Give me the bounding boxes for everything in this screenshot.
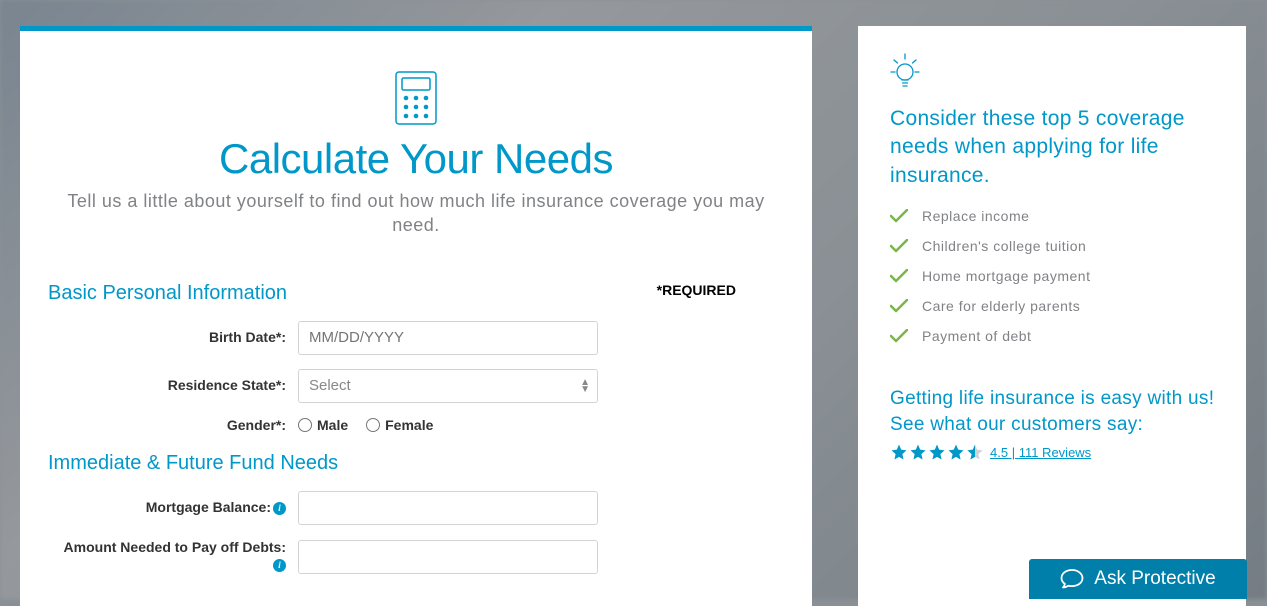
gender-male-radio[interactable] [298, 418, 312, 432]
list-item: Replace income [890, 208, 1216, 224]
gender-radio-group: Male Female [298, 417, 433, 433]
list-item-text: Replace income [922, 208, 1029, 224]
ask-button-label: Ask Protective [1094, 568, 1215, 590]
mortgage-label-text: Mortgage Balance: [146, 499, 271, 515]
mortgage-label: Mortgage Balance:i [48, 499, 298, 517]
list-item-text: Care for elderly parents [922, 298, 1080, 314]
gender-female-radio[interactable] [366, 418, 380, 432]
debts-input[interactable] [298, 540, 598, 574]
row-gender: Gender*: Male Female [48, 417, 784, 435]
info-icon[interactable]: i [273, 559, 286, 572]
rating-link[interactable]: 4.5 | 111 Reviews [990, 445, 1091, 460]
list-item: Children's college tuition [890, 238, 1216, 254]
star-rating [890, 443, 984, 461]
check-icon [890, 269, 908, 283]
star-half-icon [966, 443, 984, 461]
row-mortgage: Mortgage Balance:i [48, 491, 784, 525]
gender-female-label[interactable]: Female [366, 417, 433, 433]
birth-date-label: Birth Date*: [48, 329, 298, 347]
row-residence-state: Residence State*: Select ▲▼ [48, 369, 784, 403]
list-item: Care for elderly parents [890, 298, 1216, 314]
rating-row[interactable]: 4.5 | 111 Reviews [890, 443, 1216, 461]
mortgage-input[interactable] [298, 491, 598, 525]
birth-date-input[interactable] [298, 321, 598, 355]
gender-label: Gender*: [48, 417, 298, 435]
star-icon [947, 443, 965, 461]
residence-state-select-wrap: Select ▲▼ [298, 369, 598, 403]
list-item: Home mortgage payment [890, 268, 1216, 284]
required-indicator: *REQUIRED [657, 282, 736, 298]
residence-state-label: Residence State*: [48, 377, 298, 395]
sidebar-card: Consider these top 5 coverage needs when… [858, 26, 1246, 606]
star-icon [909, 443, 927, 461]
ask-protective-button[interactable]: Ask Protective [1029, 559, 1247, 599]
page-title: Calculate Your Needs [48, 135, 784, 183]
info-icon[interactable]: i [273, 502, 286, 515]
section-funds-title: Immediate & Future Fund Needs [48, 452, 784, 475]
lightbulb-icon [890, 52, 920, 90]
rating-count: 111 Reviews [1019, 445, 1092, 460]
calculator-card: Calculate Your Needs Tell us a little ab… [20, 26, 812, 606]
gender-female-text: Female [385, 417, 433, 433]
reviews-heading: Getting life insurance is easy with us! … [890, 386, 1216, 437]
chat-icon [1060, 568, 1084, 590]
row-birth-date: Birth Date*: [48, 321, 784, 355]
sidebar-title: Consider these top 5 coverage needs when… [890, 105, 1216, 190]
star-icon [890, 443, 908, 461]
check-icon [890, 239, 908, 253]
residence-state-select[interactable]: Select [298, 369, 598, 403]
chevron-updown-icon: ▲▼ [580, 379, 590, 393]
row-debts: Amount Needed to Pay off Debts: i [48, 539, 784, 574]
form-area: *REQUIRED Basic Personal Information Bir… [48, 282, 784, 575]
check-icon [890, 209, 908, 223]
list-item-text: Payment of debt [922, 328, 1031, 344]
gender-male-label[interactable]: Male [298, 417, 348, 433]
coverage-needs-list: Replace income Children's college tuitio… [890, 208, 1216, 344]
list-item: Payment of debt [890, 328, 1216, 344]
check-icon [890, 299, 908, 313]
star-icon [928, 443, 946, 461]
debts-label: Amount Needed to Pay off Debts: i [48, 539, 298, 574]
list-item-text: Home mortgage payment [922, 268, 1090, 284]
check-icon [890, 329, 908, 343]
debts-label-text: Amount Needed to Pay off Debts: [64, 539, 286, 555]
gender-male-text: Male [317, 417, 348, 433]
rating-value: 4.5 [990, 445, 1008, 460]
list-item-text: Children's college tuition [922, 238, 1086, 254]
calculator-icon [395, 71, 437, 125]
rating-sep: | [1008, 445, 1019, 460]
page-subtitle: Tell us a little about yourself to find … [54, 189, 778, 238]
